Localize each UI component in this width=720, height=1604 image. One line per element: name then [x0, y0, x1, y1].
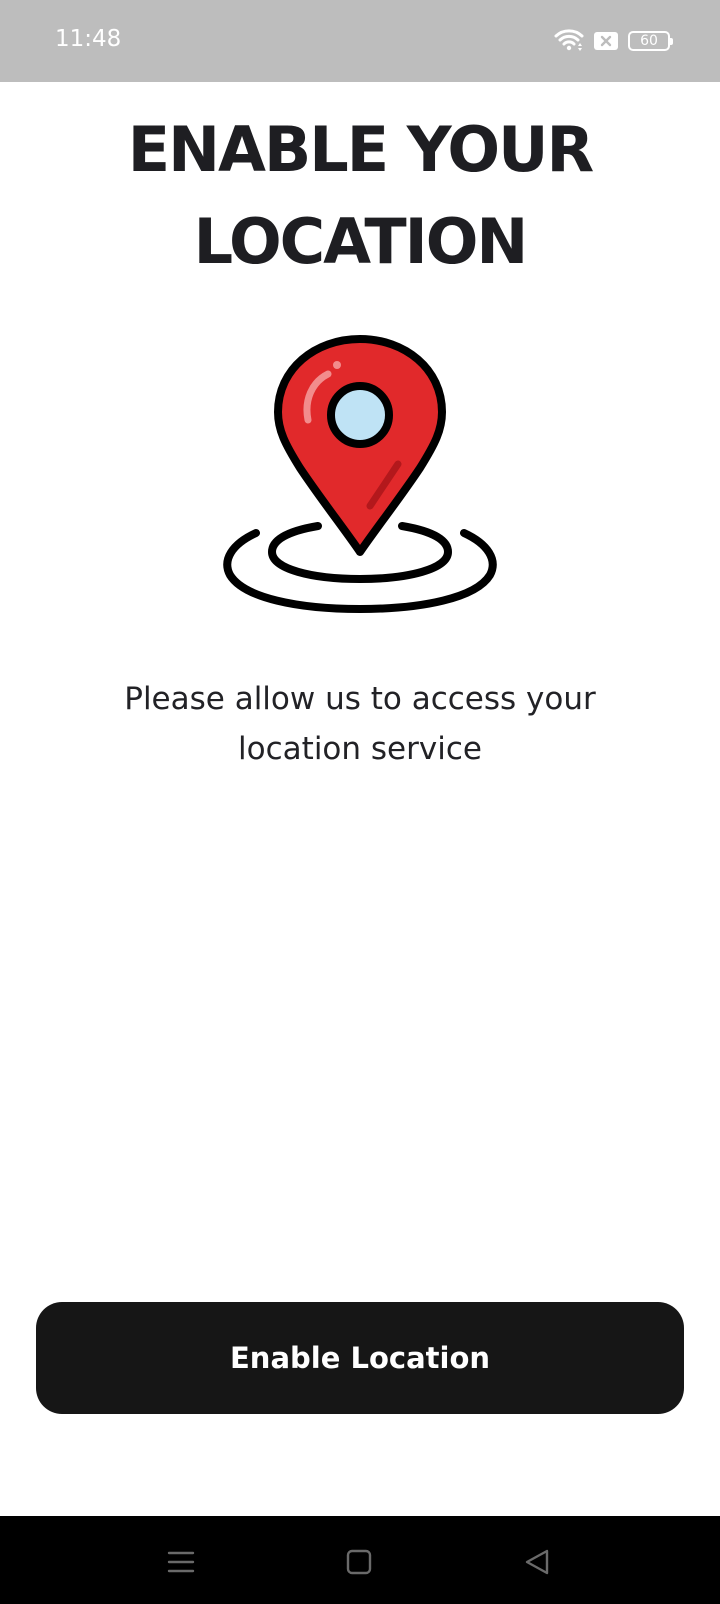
status-icons: 60: [554, 26, 673, 56]
location-pin-icon: [220, 330, 500, 620]
sim-blocked-icon: [594, 32, 618, 50]
home-icon[interactable]: [339, 1542, 379, 1582]
navigation-bar: [0, 1516, 720, 1604]
page-title-line-1: ENABLE YOUR: [127, 113, 594, 186]
page-title: ENABLE YOUR LOCATION: [0, 104, 720, 288]
back-icon[interactable]: [517, 1542, 557, 1582]
status-time: 11:48: [55, 26, 122, 52]
battery-icon: 60: [628, 31, 673, 51]
wifi-icon: [554, 27, 584, 56]
battery-level: 60: [640, 33, 658, 49]
page-title-line-2: LOCATION: [193, 205, 529, 278]
description-line-1: Please allow us to access your: [124, 681, 596, 717]
enable-location-button[interactable]: Enable Location: [36, 1302, 684, 1414]
description-line-2: location service: [238, 731, 482, 767]
status-bar: 11:48 60: [0, 0, 720, 82]
menu-icon[interactable]: [161, 1542, 201, 1582]
enable-location-label: Enable Location: [229, 1341, 491, 1375]
description: Please allow us to access your location …: [60, 674, 660, 774]
